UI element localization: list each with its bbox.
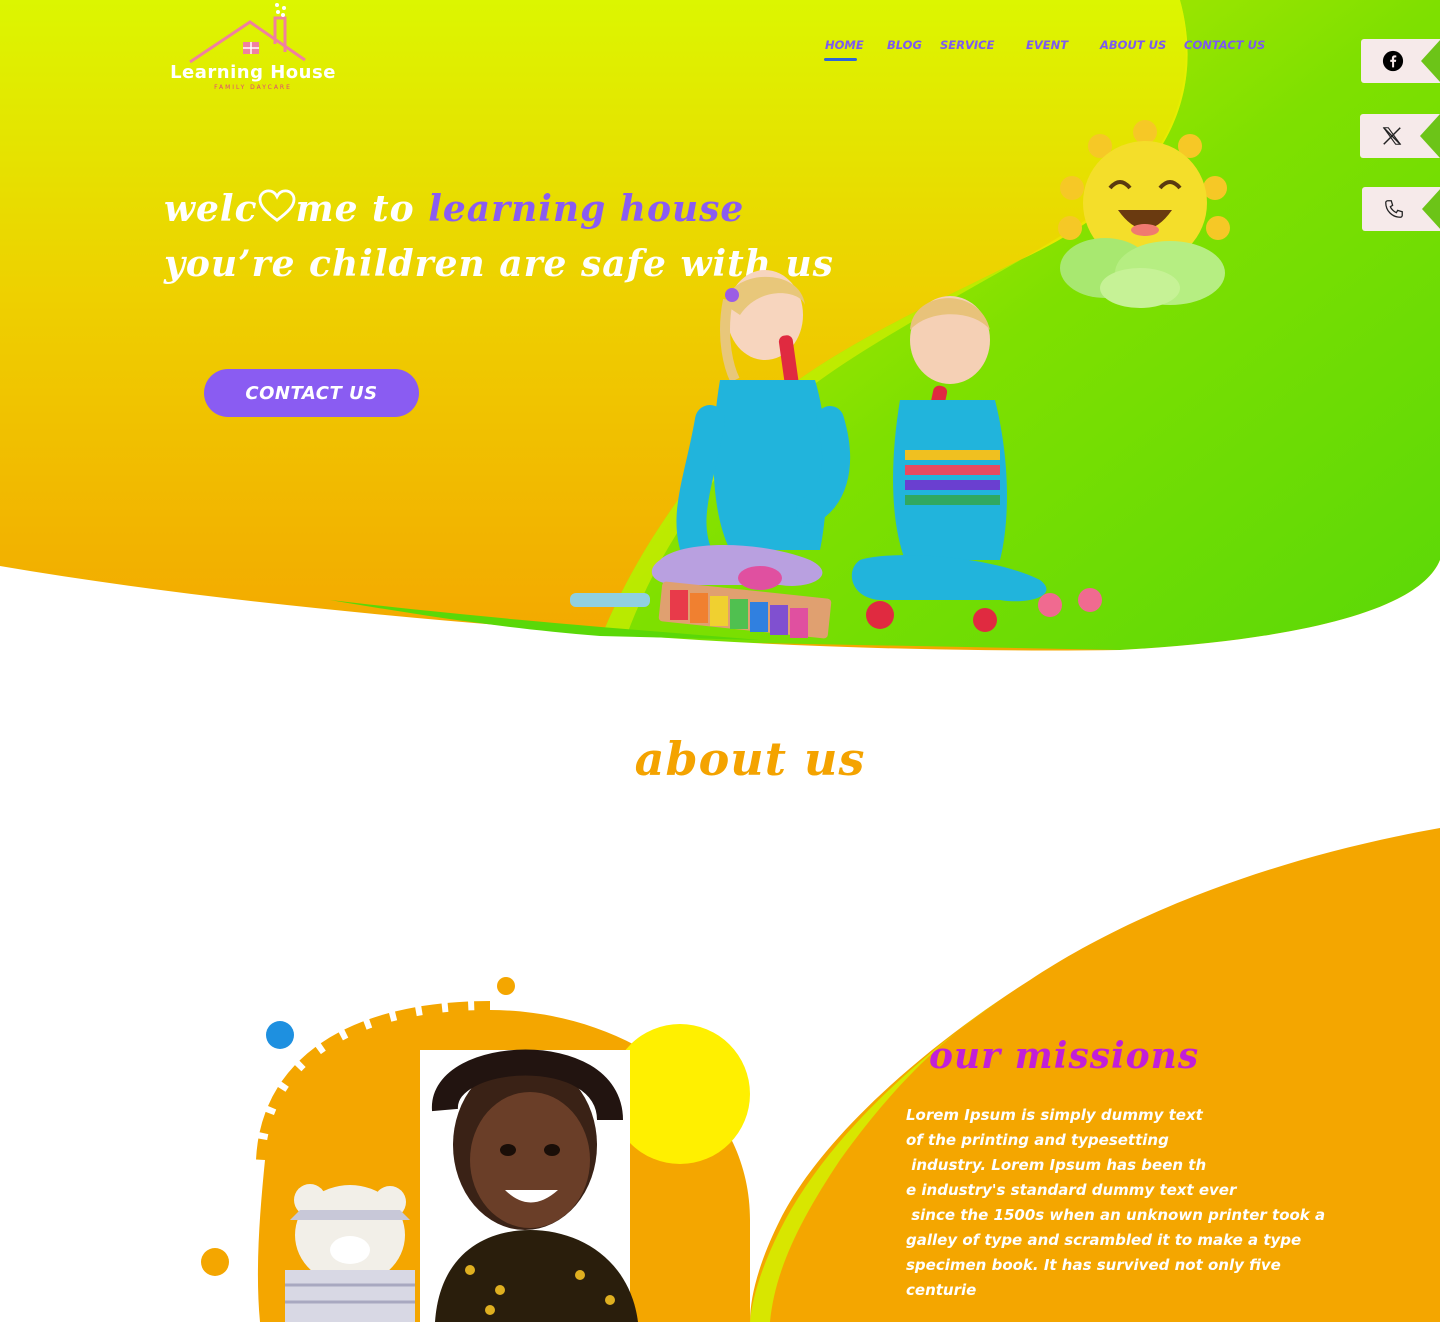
missions-line: Lorem Ipsum is simply dummy text [906,1106,1203,1124]
facebook-tab-notch [1421,39,1440,83]
heart-icon [258,189,295,222]
heading-highlight: learning house [428,188,745,230]
missions-line: centurie [906,1281,977,1299]
nav-event[interactable]: EVENT [1026,38,1068,52]
x-twitter-button[interactable] [1360,114,1440,158]
smiling-girl-image [201,977,750,1322]
nav-service[interactable]: SERVICE [940,38,994,52]
about-title: about us [634,732,866,786]
facebook-icon [1382,50,1404,72]
missions-text: Lorem Ipsum is simply dummy text of the … [906,1103,1326,1303]
nav-contact-us[interactable]: CONTACT US [1184,38,1265,52]
nav-blog[interactable]: BLOG [887,38,922,52]
heading-text-b: me to [295,188,429,230]
missions-title: our missions [929,1035,1200,1077]
hero-heading-line1: welc me to learning house [164,188,744,230]
missions-line: specimen book. It has survived not only … [906,1256,1281,1274]
facebook-button[interactable] [1361,39,1440,83]
logo-name: Learning House [170,62,336,83]
nav-about-us[interactable]: ABOUT US [1100,38,1166,52]
missions-line: galley of type and scrambled it to make … [906,1231,1302,1249]
contact-us-button[interactable]: CONTACT US [204,369,419,417]
logo-tagline: FAMILY DAYCARE [214,84,292,91]
logo[interactable]: Learning House FAMILY DAYCARE [165,0,340,100]
missions-line: since the 1500s when an unknown printer … [906,1206,1326,1224]
nav-home[interactable]: HOME [825,38,864,52]
missions-line: of the printing and typesetting [906,1131,1169,1149]
smiling-sun-image [1058,120,1230,308]
missions-line: industry. Lorem Ipsum has been th [906,1156,1207,1174]
nav-active-indicator [824,58,857,61]
phone-tab-notch [1422,187,1440,231]
phone-icon [1385,200,1403,218]
x-twitter-icon [1382,127,1402,145]
phone-button[interactable] [1362,187,1440,231]
heading-text-a: welc [164,188,258,230]
x-tab-notch [1420,114,1440,158]
missions-line: e industry's standard dummy text ever [906,1181,1237,1199]
kids-playing-image [570,270,1102,639]
